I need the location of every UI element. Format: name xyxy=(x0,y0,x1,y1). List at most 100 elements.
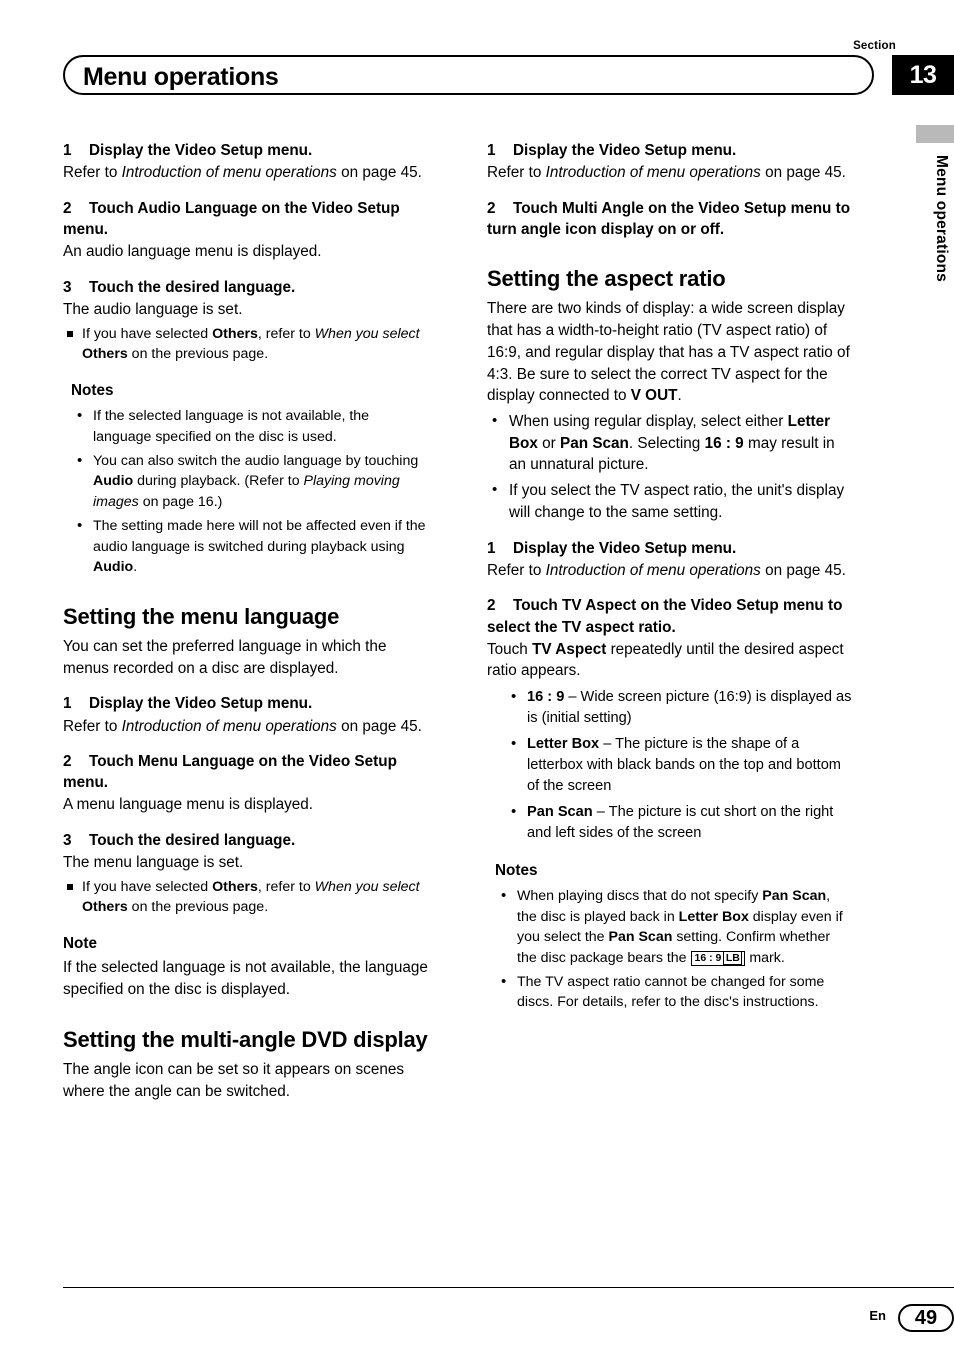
page-title-pill: Menu operations xyxy=(63,55,874,95)
text-fragment: or xyxy=(537,434,561,452)
step-body: A menu language menu is displayed. xyxy=(63,796,314,814)
step-number: 1 xyxy=(63,142,72,159)
side-running-head: Menu operations xyxy=(933,155,950,283)
text-fragment: on page 16.) xyxy=(138,493,223,510)
note-body: If the selected language is not availabl… xyxy=(63,959,428,999)
right-column: 1 Display the Video Setup menu. Refer to … xyxy=(487,140,852,1013)
option-label: Pan Scan xyxy=(527,804,593,821)
bold-term: 16 : 9 xyxy=(704,434,744,452)
left-column: 1 Display the Video Setup menu. Refer to … xyxy=(63,140,428,1103)
step-item: 1 Display the Video Setup menu. xyxy=(487,538,852,559)
side-tab-marker xyxy=(916,125,954,143)
note-item: The TV aspect ratio cannot be changed fo… xyxy=(495,971,852,1013)
page-number-badge: 49 xyxy=(898,1304,954,1332)
aspect-ratio-mark-icon: 16 : 9 LB xyxy=(690,950,746,966)
step-text: Display the Video Setup menu. xyxy=(513,539,737,557)
page-title: Menu operations xyxy=(83,63,279,91)
text-fragment: When playing discs that do not specify xyxy=(517,888,763,905)
step-number: 1 xyxy=(487,142,496,159)
text-fragment: during playback. (Refer to xyxy=(133,473,304,490)
italic-reference: When you select xyxy=(314,325,420,342)
step-text: Touch Multi Angle on the Video Setup men… xyxy=(487,199,851,238)
text-fragment: Refer to xyxy=(63,164,122,182)
step-text: Touch the desired language. xyxy=(89,278,296,296)
text-fragment: on the previous page. xyxy=(127,345,269,362)
step-text: Display the Video Setup menu. xyxy=(89,695,313,713)
notes-heading: Notes xyxy=(71,381,114,399)
section-heading-menu-language: Setting the menu language xyxy=(63,603,340,629)
step-body: The audio language is set. xyxy=(63,300,243,318)
step-text: Display the Video Setup menu. xyxy=(513,142,737,159)
text-fragment: When using regular display, select eithe… xyxy=(509,413,788,431)
text-fragment: on page 45. xyxy=(760,561,846,579)
text-fragment: If you have selected xyxy=(82,879,213,895)
bold-term: Others xyxy=(82,345,128,362)
step-number: 2 xyxy=(63,199,72,217)
step-item: 2 Touch TV Aspect on the Video Setup menu… xyxy=(487,595,852,637)
square-bullet-item: If you have selected Others, refer to Wh… xyxy=(63,877,428,917)
note-item: The setting made here will not be affect… xyxy=(71,515,428,577)
text-fragment: Refer to xyxy=(63,717,122,735)
step-text: Touch TV Aspect on the Video Setup menu … xyxy=(487,597,843,636)
italic-reference: When you select xyxy=(314,879,420,895)
section-intro: There are two kinds of display: a wide s… xyxy=(487,298,852,407)
step-item: 2 Touch Audio Language on the Video Setup… xyxy=(63,198,428,240)
text-fragment: on page 45. xyxy=(760,164,846,182)
step-body: Refer to Introduction of menu operations… xyxy=(63,716,428,738)
text-fragment: on page 45. xyxy=(336,164,422,182)
language-code: En xyxy=(869,1308,886,1323)
step-body: Touch TV Aspect repeatedly until the des… xyxy=(487,639,852,682)
text-fragment: Touch xyxy=(487,640,533,658)
step-number: 3 xyxy=(63,278,72,296)
italic-reference: Introduction of menu operations xyxy=(545,561,761,579)
bold-term: Audio xyxy=(93,473,134,490)
step-text: Touch Menu Language on the Video Setup m… xyxy=(63,753,397,792)
italic-reference: Introduction of menu operations xyxy=(121,164,337,182)
step-item: 2 Touch Multi Angle on the Video Setup me… xyxy=(487,198,852,240)
note-item: When playing discs that do not specify P… xyxy=(495,885,852,968)
bullet-item: When using regular display, select eithe… xyxy=(487,410,852,476)
italic-reference: Introduction of menu operations xyxy=(121,717,337,735)
section-intro: You can set the preferred language in wh… xyxy=(63,637,387,677)
text-fragment: The setting made here will not be affect… xyxy=(93,518,426,555)
square-bullet-item: If you have selected Others, refer to Wh… xyxy=(63,324,428,364)
bold-term: V OUT xyxy=(630,387,678,405)
text-fragment: , refer to xyxy=(257,325,315,342)
bold-term: Audio xyxy=(93,559,134,576)
step-body: The menu language is set. xyxy=(63,854,244,872)
section-heading-multi-angle: Setting the multi-angle DVD display xyxy=(63,1026,428,1052)
note-item: If the selected language is not availabl… xyxy=(71,405,428,447)
step-item: 1 Display the Video Setup menu. xyxy=(487,140,852,161)
text-fragment: Refer to xyxy=(487,164,546,182)
mark-main-text: 16 : 9 xyxy=(694,951,722,964)
section-intro: The angle icon can be set so it appears … xyxy=(63,1061,404,1101)
step-number: 1 xyxy=(63,695,72,713)
bold-term: Pan Scan xyxy=(762,888,827,905)
text-fragment: If you have selected xyxy=(82,325,213,342)
text-fragment: mark. xyxy=(745,949,785,966)
text-fragment: on page 45. xyxy=(336,717,422,735)
option-item: Letter Box – The picture is the shape of… xyxy=(487,733,852,797)
section-heading-aspect-ratio: Setting the aspect ratio xyxy=(487,266,726,292)
step-text: Display the Video Setup menu. xyxy=(89,142,313,159)
step-body: Refer to Introduction of menu operations… xyxy=(63,162,428,184)
option-label: Letter Box xyxy=(527,736,600,753)
bold-term: TV Aspect xyxy=(532,640,607,658)
section-number-badge: 13 xyxy=(892,55,954,95)
italic-reference: Introduction of menu operations xyxy=(545,164,761,182)
bullet-item: If you select the TV aspect ratio, the u… xyxy=(487,479,852,523)
text-fragment: . xyxy=(133,559,138,576)
bold-term: Pan Scan xyxy=(560,434,629,452)
option-label: 16 : 9 xyxy=(527,689,565,706)
bold-term: Pan Scan xyxy=(608,929,673,946)
footer-divider xyxy=(63,1287,954,1288)
step-number: 2 xyxy=(487,199,496,217)
text-fragment: . xyxy=(677,387,682,405)
mark-sub-text: LB xyxy=(723,950,743,965)
step-item: 1 Display the Video Setup menu. xyxy=(63,140,428,161)
section-label: Section xyxy=(853,40,896,52)
bold-term: Others xyxy=(212,325,258,342)
step-item: 3 Touch the desired language. xyxy=(63,277,428,298)
option-item: Pan Scan – The picture is cut short on t… xyxy=(487,801,852,844)
step-text: Touch Audio Language on the Video Setup … xyxy=(63,199,400,238)
